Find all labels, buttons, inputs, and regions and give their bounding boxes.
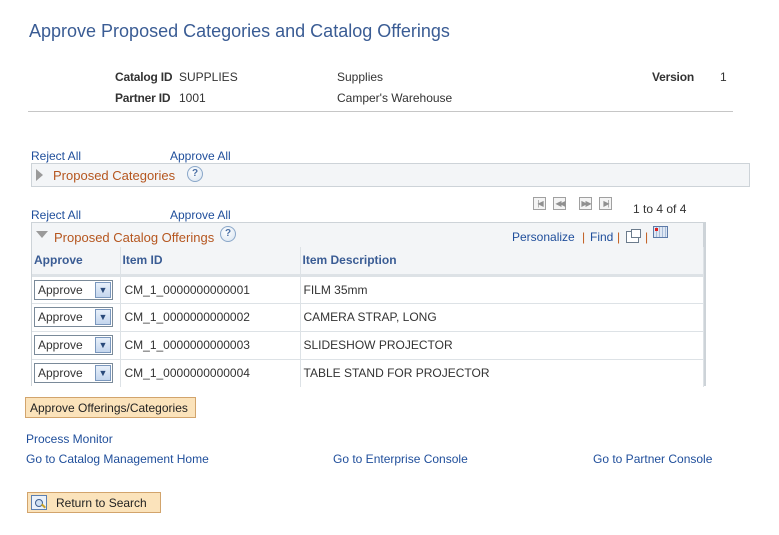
column-header-item-id: Item ID	[120, 247, 301, 277]
partner-name: Camper's Warehouse	[337, 91, 453, 105]
table-row: Approve ▼ CM_1_0000000000004 TABLE STAND…	[32, 359, 704, 387]
item-description-cell: FILM 35mm	[300, 275, 704, 304]
approve-select-value: Approve	[38, 282, 83, 297]
toolbar-separator: |	[645, 230, 649, 244]
personalize-link[interactable]: Personalize	[512, 230, 575, 244]
grid-toolbar: Proposed Catalog Offerings ? Personalize…	[32, 223, 703, 247]
proposed-offerings-title[interactable]: Proposed Catalog Offerings	[54, 230, 214, 245]
download-icon[interactable]	[653, 226, 668, 238]
enterprise-console-link[interactable]: Go to Enterprise Console	[333, 452, 468, 466]
collapse-icon[interactable]	[36, 231, 48, 238]
approve-select-value: Approve	[38, 310, 83, 324]
version-label: Version	[652, 70, 694, 84]
approve-select[interactable]: Approve ▼	[34, 335, 113, 355]
approve-cell: Approve ▼	[32, 303, 121, 332]
offerings-table: Approve Item ID Item Description Approve…	[32, 247, 704, 387]
proposed-categories-title[interactable]: Proposed Categories	[53, 168, 175, 183]
process-monitor-link[interactable]: Process Monitor	[26, 432, 113, 446]
approve-select[interactable]: Approve ▼	[34, 363, 113, 384]
find-link[interactable]: Find	[590, 230, 613, 244]
approve-select[interactable]: Approve ▼	[34, 307, 113, 327]
item-id-cell: CM_1_0000000000003	[120, 331, 301, 360]
approve-select[interactable]: Approve ▼	[34, 279, 113, 300]
chevron-down-icon[interactable]: ▼	[95, 281, 111, 298]
chevron-down-icon[interactable]: ▼	[95, 337, 111, 353]
item-description-cell: SLIDESHOW PROJECTOR	[300, 331, 704, 360]
page-title: Approve Proposed Categories and Catalog …	[29, 21, 450, 41]
approve-offerings-categories-button[interactable]: Approve Offerings/Categories	[25, 397, 196, 418]
expand-icon[interactable]	[36, 169, 43, 181]
return-to-search-button[interactable]: Return to Search	[27, 492, 161, 513]
catalog-id-label: Catalog ID	[115, 70, 173, 84]
search-icon	[31, 495, 47, 510]
approve-cell: Approve ▼	[32, 331, 121, 360]
item-description-cell: CAMERA STRAP, LONG	[300, 303, 704, 332]
approve-cell: Approve ▼	[32, 359, 121, 387]
toolbar-separator: |	[617, 230, 621, 244]
column-header-item-description: Item Description	[300, 247, 704, 277]
categories-reject-all-link[interactable]: Reject All	[31, 149, 81, 163]
chevron-down-icon[interactable]: ▼	[95, 309, 111, 325]
next-page-icon[interactable]: ▶▶	[579, 197, 592, 210]
item-id-cell: CM_1_0000000000002	[120, 303, 301, 332]
return-to-search-label: Return to Search	[56, 496, 147, 510]
categories-approve-all-link[interactable]: Approve All	[170, 149, 231, 163]
row-counter: 1 to 4 of 4	[633, 202, 687, 216]
approve-select-value: Approve	[38, 338, 83, 352]
offerings-reject-all-link[interactable]: Reject All	[31, 208, 81, 222]
partner-id-value: 1001	[179, 91, 206, 105]
header-divider	[28, 111, 733, 112]
catalog-id-value: SUPPLIES	[179, 70, 238, 84]
catalog-description: Supplies	[337, 70, 384, 84]
table-row: Approve ▼ CM_1_0000000000003 SLIDESHOW P…	[32, 331, 704, 360]
table-row: Approve ▼ CM_1_0000000000002 CAMERA STRA…	[32, 303, 704, 332]
version-value: 1	[720, 70, 727, 84]
item-description-cell: TABLE STAND FOR PROJECTOR	[300, 359, 704, 387]
offerings-approve-all-link[interactable]: Approve All	[170, 208, 231, 222]
approve-cell: Approve ▼	[32, 275, 121, 304]
help-icon[interactable]: ?	[187, 166, 203, 182]
approve-select-value: Approve	[38, 366, 83, 381]
toolbar-separator: |	[582, 230, 586, 244]
partner-console-link[interactable]: Go to Partner Console	[593, 452, 712, 466]
column-header-approve: Approve	[32, 247, 121, 277]
help-icon[interactable]: ?	[220, 226, 236, 242]
partner-id-label: Partner ID	[115, 91, 171, 105]
chevron-down-icon[interactable]: ▼	[95, 365, 111, 382]
first-page-icon[interactable]: |◀	[533, 197, 546, 210]
table-header-row: Approve Item ID Item Description	[32, 247, 704, 277]
proposed-offerings-grid: Proposed Catalog Offerings ? Personalize…	[31, 222, 706, 387]
item-id-cell: CM_1_0000000000001	[120, 275, 301, 304]
item-id-cell: CM_1_0000000000004	[120, 359, 301, 387]
view-all-icon[interactable]	[626, 229, 641, 243]
table-row: Approve ▼ CM_1_0000000000001 FILM 35mm	[32, 275, 704, 304]
last-page-icon[interactable]: ▶|	[599, 197, 612, 210]
previous-page-icon[interactable]: ◀◀	[553, 197, 566, 210]
catalog-management-home-link[interactable]: Go to Catalog Management Home	[26, 452, 209, 466]
proposed-categories-section[interactable]: Proposed Categories ?	[31, 163, 750, 187]
